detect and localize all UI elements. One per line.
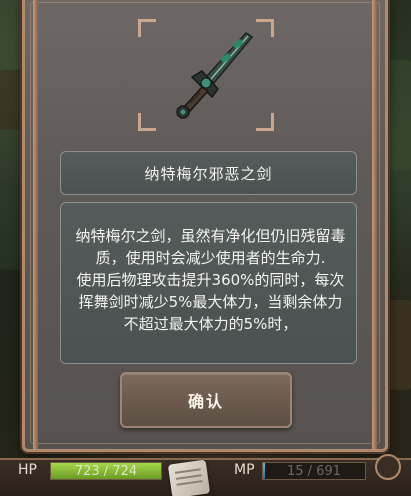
mp-bar: 15 / 691 (262, 462, 366, 480)
item-icon-frame (138, 19, 274, 131)
confirm-button-label: 确认 (187, 392, 224, 411)
confirm-button[interactable]: 确认 (120, 372, 292, 428)
mp-label: MP (234, 462, 255, 478)
panel-rail-left (33, 0, 38, 449)
hud-ornament-icon (375, 454, 401, 480)
item-name-box: 纳特梅尔邪恶之剑 (60, 151, 357, 195)
hp-label: HP (18, 462, 37, 478)
background-scenery (389, 300, 411, 390)
hp-bar: 723 / 724 (50, 462, 162, 480)
hp-value: 723 / 724 (74, 464, 138, 479)
item-description: 纳特梅尔之剑，虽然有净化但仍旧残留毒质，使用时会减少使用者的生命力. 使用后物理… (75, 227, 346, 333)
scroll-item-icon[interactable] (167, 459, 211, 496)
scroll-fade (61, 341, 356, 363)
item-name: 纳特梅尔邪恶之剑 (144, 164, 273, 183)
background-scenery (0, 70, 24, 130)
item-description-box[interactable]: 纳特梅尔之剑，虽然有净化但仍旧残留毒质，使用时会减少使用者的生命力. 使用后物理… (60, 202, 357, 364)
panel-rail-right (372, 0, 377, 449)
item-info-dialog: 纳特梅尔邪恶之剑 纳特梅尔之剑，虽然有净化但仍旧残留毒质，使用时会减少使用者的生… (22, 0, 388, 452)
status-hud: HP 723 / 724 MP 15 / 691 (0, 454, 411, 496)
dark-sword-icon (176, 32, 254, 119)
background-scenery (0, 190, 22, 270)
background-scenery (389, 60, 411, 170)
mp-value: 15 / 691 (287, 464, 341, 479)
